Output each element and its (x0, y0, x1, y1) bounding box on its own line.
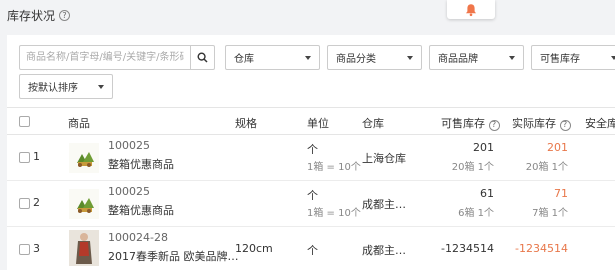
actual-stock-value: 201 (547, 141, 568, 154)
available-stock-breakdown: 6箱 1个 (458, 208, 494, 219)
bell-icon (466, 3, 476, 16)
available-stock-select-value: 可售库存 (540, 54, 580, 65)
row-index: 2 (33, 196, 40, 209)
row-index: 3 (33, 242, 40, 255)
column-safety-stock: 安全库 (585, 117, 615, 130)
table-row[interactable]: 1 100025 整箱优惠商品 个 1箱 = 10个 上海仓库 201 20箱 … (7, 135, 615, 181)
brand-select-value: 商品品牌 (438, 54, 478, 65)
product-code: 100025 (108, 185, 150, 198)
row-checkbox[interactable] (19, 152, 30, 163)
column-actual-stock: 实际库存 ? (512, 115, 571, 131)
help-icon[interactable]: ? (488, 119, 500, 131)
warehouse-name: 上海仓库 (362, 152, 406, 165)
row-checkbox[interactable] (19, 198, 30, 209)
unit-conversion: 1箱 = 10个 (307, 162, 361, 173)
table-row[interactable]: 2 100025 整箱优惠商品 个 1箱 = 10个 成都主… 61 6箱 1个… (7, 181, 615, 227)
row-index: 1 (33, 150, 40, 163)
chevron-down-icon (509, 55, 515, 60)
actual-stock-breakdown: 20箱 1个 (525, 162, 568, 173)
brand-select[interactable]: 商品品牌 (429, 45, 524, 70)
search-box (19, 45, 215, 70)
available-stock-value: 61 (480, 187, 494, 200)
chevron-down-icon (305, 55, 311, 60)
product-name[interactable]: 整箱优惠商品 (108, 202, 174, 218)
actual-stock-value: 71 (554, 187, 568, 200)
column-actual-stock-label: 实际库存 (512, 117, 556, 130)
row-checkbox[interactable] (19, 244, 30, 255)
unit-conversion: 1箱 = 10个 (307, 208, 361, 219)
available-stock-value: 201 (473, 141, 494, 154)
warehouse-name: 成都主… (362, 244, 406, 257)
select-all-checkbox[interactable] (19, 116, 30, 127)
warehouse-select[interactable]: 仓库 (225, 45, 320, 70)
sort-select-value: 按默认排序 (28, 83, 78, 94)
available-stock-select[interactable]: 可售库存 (531, 45, 615, 70)
unit-value: 个 (307, 189, 318, 202)
inventory-panel: 仓库 商品分类 商品品牌 可售库存 按默认排序 商品 规格 单位 仓库 可售库存… (7, 35, 615, 270)
actual-stock-breakdown: 7箱 1个 (532, 208, 568, 219)
product-thumbnail[interactable] (69, 189, 99, 219)
page-title: 库存状况 (7, 9, 56, 23)
product-name[interactable]: 整箱优惠商品 (108, 156, 174, 172)
notification-button[interactable] (447, 0, 495, 19)
available-stock-value: -1234514 (441, 242, 494, 255)
help-icon[interactable]: ? (59, 10, 71, 21)
chevron-down-icon (611, 55, 615, 60)
column-spec: 规格 (235, 117, 257, 130)
column-available-stock-label: 可售库存 (441, 117, 485, 130)
chevron-down-icon (98, 84, 104, 89)
product-code: 100024-28 (108, 231, 168, 244)
category-select[interactable]: 商品分类 (327, 45, 422, 70)
product-code: 100025 (108, 139, 150, 152)
page-title-row: 库存状况 ? (7, 7, 71, 24)
warehouse-select-value: 仓库 (234, 54, 254, 65)
sort-select[interactable]: 按默认排序 (19, 74, 113, 99)
unit-value: 个 (307, 143, 318, 156)
warehouse-name: 成都主… (362, 198, 406, 211)
product-thumbnail[interactable] (69, 143, 99, 173)
search-icon (197, 52, 208, 63)
category-select-value: 商品分类 (336, 54, 376, 65)
unit-value: 个 (307, 244, 318, 257)
column-unit: 单位 (307, 117, 329, 130)
product-name[interactable]: 2017春季新品 欧美品牌… (108, 248, 239, 264)
chevron-down-icon (407, 55, 413, 60)
available-stock-breakdown: 20箱 1个 (451, 162, 494, 173)
table-header: 商品 规格 单位 仓库 可售库存 ? 实际库存 ? 安全库 (7, 107, 615, 135)
column-available-stock: 可售库存 ? (441, 115, 500, 131)
column-product: 商品 (68, 117, 90, 130)
help-icon[interactable]: ? (559, 119, 571, 131)
search-input[interactable] (20, 46, 190, 69)
search-button[interactable] (190, 46, 214, 69)
product-spec: 120cm (235, 242, 273, 255)
table-row[interactable]: 3 100024-28 2017春季新品 欧美品牌… 120cm 个 成都主… … (7, 227, 615, 270)
column-warehouse: 仓库 (362, 117, 384, 130)
actual-stock-value: -1234514 (515, 242, 568, 255)
product-thumbnail[interactable] (69, 230, 99, 266)
